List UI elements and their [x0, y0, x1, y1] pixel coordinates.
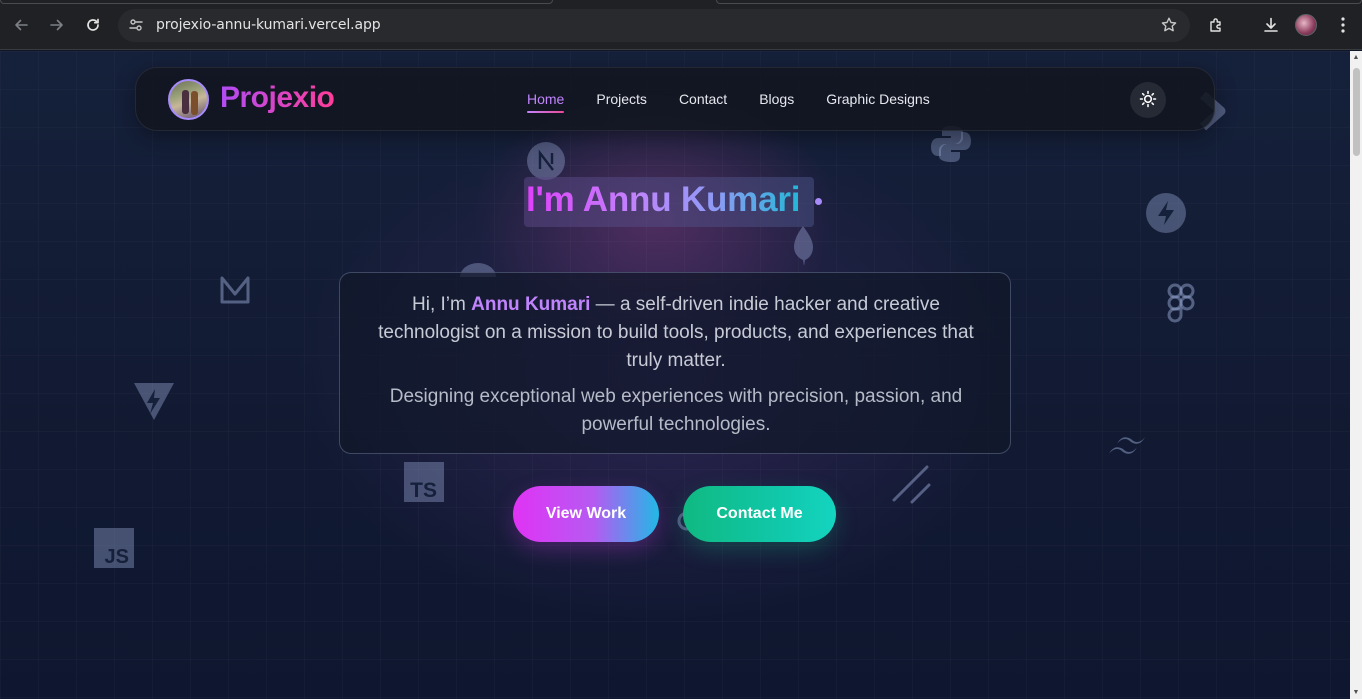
forward-icon[interactable] [45, 13, 69, 37]
typescript-label: TS [410, 479, 437, 502]
reload-icon[interactable] [81, 13, 105, 37]
figma-icon [1166, 282, 1196, 324]
nav-link-graphic-designs[interactable]: Graphic Designs [826, 91, 930, 107]
vite-icon [133, 381, 175, 421]
tab-edge-left [0, 0, 553, 4]
puzzle-icon[interactable] [1205, 13, 1229, 37]
nav-link-contact[interactable]: Contact [679, 91, 727, 107]
tailwind-icon [1106, 434, 1148, 460]
download-icon[interactable] [1259, 13, 1283, 37]
typing-cursor-dot [815, 198, 822, 205]
nextjs-icon [526, 141, 566, 181]
view-work-button[interactable]: View Work [513, 486, 659, 542]
javascript-icon: JS [94, 528, 134, 568]
scroll-down-icon[interactable]: ▼ [1352, 689, 1360, 697]
profile-logo-image[interactable] [168, 79, 209, 120]
shadcn-icon [892, 465, 932, 505]
profile-avatar[interactable] [1295, 14, 1317, 36]
brand-logo-text[interactable]: Projexio [220, 81, 335, 115]
typescript-icon: TS [404, 462, 444, 502]
nav-link-projects[interactable]: Projects [596, 91, 647, 107]
site-navbar: Projexio Home Projects Contact Blogs Gra… [135, 67, 1215, 131]
tab-edge-right [716, 0, 1362, 4]
address-bar[interactable]: projexio-annu-kumari.vercel.app [118, 9, 1190, 42]
contact-me-button[interactable]: Contact Me [683, 486, 836, 542]
page-viewport: TS JS Projexio Home Projects Contact Blo… [0, 51, 1350, 699]
nav-links: Home Projects Contact Blogs Graphic Desi… [527, 91, 962, 113]
supabase-icon [1146, 193, 1186, 233]
scroll-up-icon[interactable]: ▲ [1352, 54, 1360, 62]
tune-icon[interactable] [128, 17, 144, 33]
url-text[interactable]: projexio-annu-kumari.vercel.app [156, 17, 381, 33]
motion-icon [219, 274, 251, 306]
intro-name: Annu Kumari [471, 294, 591, 315]
intro-paragraph: Hi, I’m Annu Kumari — a self-driven indi… [340, 291, 1012, 375]
browser-toolbar: projexio-annu-kumari.vercel.app [0, 0, 1362, 50]
tagline-paragraph: Designing exceptional web experiences wi… [389, 386, 963, 435]
hero-title: I'm Annu Kumari [526, 180, 801, 219]
mongodb-icon [792, 225, 814, 267]
kebab-menu-icon[interactable] [1331, 13, 1355, 37]
nav-link-blogs[interactable]: Blogs [759, 91, 794, 107]
star-icon[interactable] [1160, 16, 1178, 39]
theme-toggle-button[interactable] [1130, 82, 1166, 118]
intro-card: Hi, I’m Annu Kumari — a self-driven indi… [339, 272, 1011, 454]
intro-prefix: Hi, I’m [412, 294, 472, 315]
scrollbar-thumb[interactable] [1353, 68, 1360, 156]
nav-link-home[interactable]: Home [527, 91, 565, 113]
back-icon[interactable] [9, 13, 33, 37]
javascript-label: JS [105, 546, 129, 568]
sun-icon [1139, 90, 1157, 111]
